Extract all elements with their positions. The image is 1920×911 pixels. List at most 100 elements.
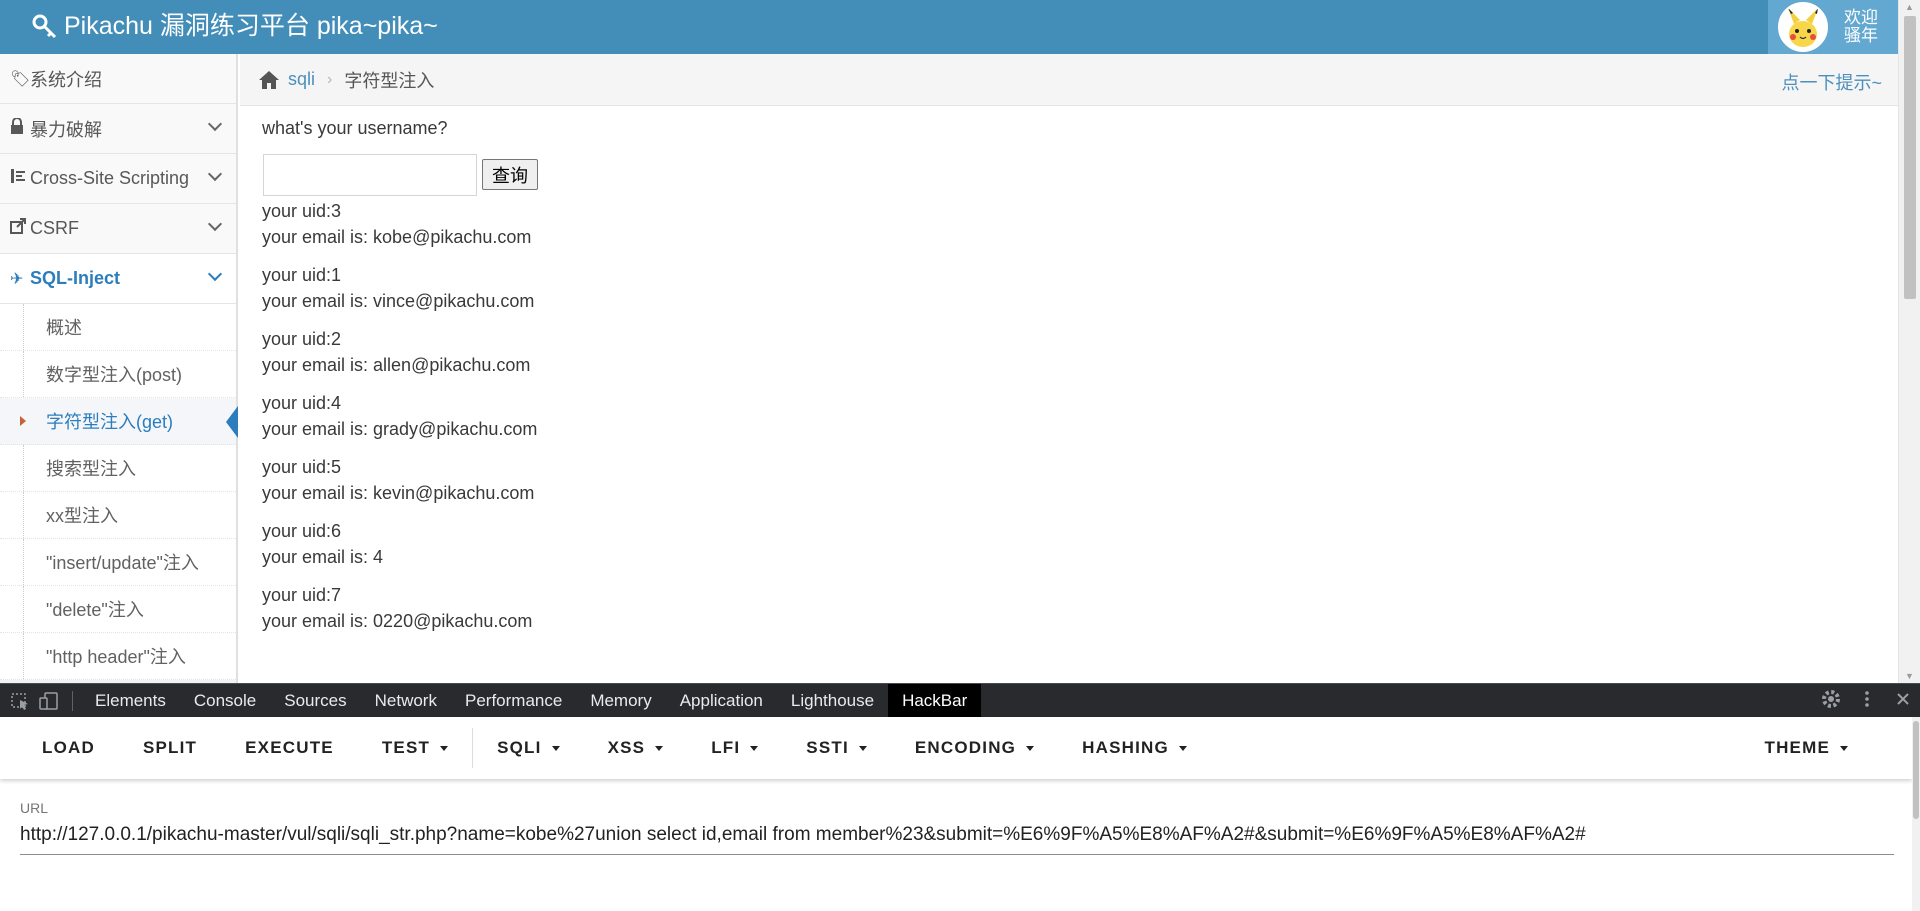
sidebar-subitem-xx[interactable]: xx型注入 (0, 492, 236, 539)
hint-link[interactable]: 点一下提示~ (1781, 69, 1882, 95)
sidebar-subitem-insert-update[interactable]: "insert/update"注入 (0, 539, 236, 586)
home-icon[interactable] (258, 70, 280, 90)
breadcrumb-link-sqli[interactable]: sqli (288, 69, 315, 90)
chevron-down-icon (207, 116, 223, 132)
plane-icon: ✈ (10, 270, 24, 288)
sidebar-subitem-http-header[interactable]: "http header"注入 (0, 633, 236, 680)
xss-dropdown-label: XSS (607, 738, 646, 757)
sqli-dropdown[interactable]: SQLI (473, 717, 583, 779)
sidebar-subitem-label: 数字型注入(post) (46, 365, 183, 385)
sidebar-subitem-string[interactable]: 字符型注入(get) (0, 398, 238, 445)
chevron-down-icon (207, 166, 223, 182)
hashing-dropdown[interactable]: HASHING (1058, 717, 1211, 779)
page-scrollbar[interactable]: ▲ ▼ (1898, 0, 1920, 683)
inspect-element-icon[interactable] (8, 691, 34, 711)
tab-hackbar[interactable]: HackBar (888, 683, 982, 718)
device-toolbar-icon[interactable] (36, 691, 62, 711)
result-email: your email is: 0220@pikachu.com (262, 611, 533, 631)
result-uid: your uid:2 (262, 329, 342, 349)
gear-icon[interactable] (1820, 687, 1842, 711)
hashing-dropdown-label: HASHING (1082, 738, 1169, 757)
results-list: your uid:3 your email is: kobe@pikachu.co… (262, 198, 537, 646)
sidebar-item-xss[interactable]: Cross-Site Scripting (0, 154, 236, 204)
ssti-dropdown[interactable]: SSTI (782, 717, 891, 779)
result-uid: your uid:3 (262, 201, 342, 221)
sidebar-item-label: Cross-Site Scripting (30, 168, 190, 188)
result-email: your email is: 4 (262, 547, 384, 567)
sidebar-item-label: 系统介绍 (30, 69, 102, 90)
tab-lighthouse[interactable]: Lighthouse (777, 684, 888, 718)
execute-button[interactable]: EXECUTE (221, 717, 358, 779)
tab-memory[interactable]: Memory (576, 684, 665, 718)
brand[interactable]: Pikachu 漏洞练习平台 pika~pika~ (30, 9, 438, 43)
sidebar-item-bruteforce[interactable]: 暴力破解 (0, 104, 236, 154)
result-uid: your uid:4 (262, 393, 342, 413)
url-label: URL (20, 800, 49, 816)
sidebar-subitem-search[interactable]: 搜索型注入 (0, 445, 236, 492)
scrollbar-thumb[interactable] (1913, 721, 1919, 819)
sidebar-item-intro[interactable]: 🏷 系统介绍 (0, 54, 236, 104)
tab-performance[interactable]: Performance (451, 684, 576, 718)
result-item: your uid:1 your email is: vince@pikachu.c… (262, 262, 537, 314)
load-button[interactable]: LOAD (18, 717, 119, 779)
sidebar-subitem-label: 搜索型注入 (46, 459, 136, 479)
result-item: your uid:6 your email is: 4 (262, 518, 537, 570)
tab-application[interactable]: Application (666, 684, 777, 718)
encoding-dropdown[interactable]: ENCODING (891, 717, 1058, 779)
result-uid: your uid:7 (262, 585, 342, 605)
dropdown-arrow-icon (1026, 746, 1035, 752)
scroll-down-icon[interactable]: ▼ (1905, 671, 1914, 681)
sidebar-subitem-label: 概述 (46, 318, 82, 338)
chevron-down-icon (207, 266, 223, 282)
caret-right-icon (20, 416, 26, 426)
sidebar-item-csrf[interactable]: CSRF (0, 204, 236, 254)
username-input[interactable] (263, 154, 477, 196)
encoding-dropdown-label: ENCODING (914, 738, 1017, 757)
lfi-dropdown[interactable]: LFI (687, 717, 782, 779)
tab-console[interactable]: Console (180, 684, 270, 718)
chevron-down-icon (207, 216, 223, 232)
split-button[interactable]: SPLIT (119, 717, 221, 779)
scroll-up-icon[interactable]: ▲ (1905, 2, 1914, 12)
dropdown-arrow-icon (1178, 746, 1187, 752)
tab-sources[interactable]: Sources (270, 684, 360, 718)
result-item: your uid:3 your email is: kobe@pikachu.co… (262, 198, 537, 250)
result-item: your uid:4 your email is: grady@pikachu.c… (262, 390, 537, 442)
ssti-dropdown-label: SSTI (806, 738, 849, 757)
url-field[interactable]: URL http://127.0.0.1/pikachu-master/vul/… (20, 800, 1894, 855)
result-item: your uid:5 your email is: kevin@pikachu.c… (262, 454, 537, 506)
result-email: your email is: allen@pikachu.com (262, 355, 531, 375)
test-dropdown[interactable]: TEST (358, 717, 472, 779)
welcome-text: 欢迎骚年 (1844, 8, 1878, 45)
devtools-panel: Elements Console Sources Network Perform… (0, 683, 1920, 911)
tab-elements[interactable]: Elements (81, 684, 180, 718)
tags-icon: 🏷 (10, 70, 31, 88)
close-icon[interactable] (1892, 687, 1914, 711)
sidebar-subitem-delete[interactable]: "delete"注入 (0, 586, 236, 633)
url-textarea[interactable]: http://127.0.0.1/pikachu-master/vul/sqli… (20, 824, 1894, 855)
dropdown-arrow-icon (1840, 746, 1848, 752)
result-email: your email is: kobe@pikachu.com (262, 227, 532, 247)
dropdown-arrow-icon (858, 746, 867, 752)
sitemap-icon (10, 168, 30, 189)
sidebar-item-sqli[interactable]: ✈ SQL-Inject (0, 254, 236, 304)
dropdown-arrow-icon (551, 746, 560, 752)
sidebar-item-label: 暴力破解 (30, 119, 102, 140)
brand-title: Pikachu 漏洞练习平台 pika~pika~ (64, 12, 438, 40)
sidebar-subitem-numeric[interactable]: 数字型注入(post) (0, 351, 236, 398)
dropdown-arrow-icon (655, 746, 664, 752)
xss-dropdown[interactable]: XSS (584, 717, 688, 779)
breadcrumb: sqli › 字符型注入 点一下提示~ (240, 54, 1898, 106)
user-menu[interactable]: 欢迎骚年 (1768, 0, 1898, 54)
theme-dropdown[interactable]: THEME (1741, 717, 1873, 779)
result-uid: your uid:6 (262, 521, 342, 541)
more-options-icon[interactable] (1856, 687, 1878, 711)
result-uid: your uid:1 (262, 265, 342, 285)
hackbar-scrollbar[interactable] (1912, 717, 1920, 911)
tab-network[interactable]: Network (361, 684, 451, 718)
result-email: your email is: vince@pikachu.com (262, 291, 535, 311)
query-button[interactable]: 查询 (482, 159, 538, 190)
scrollbar-thumb[interactable] (1904, 16, 1916, 299)
main-content: what's your username? 查询 your uid:3 your … (262, 106, 1862, 683)
sidebar-subitem-overview[interactable]: 概述 (0, 304, 236, 351)
